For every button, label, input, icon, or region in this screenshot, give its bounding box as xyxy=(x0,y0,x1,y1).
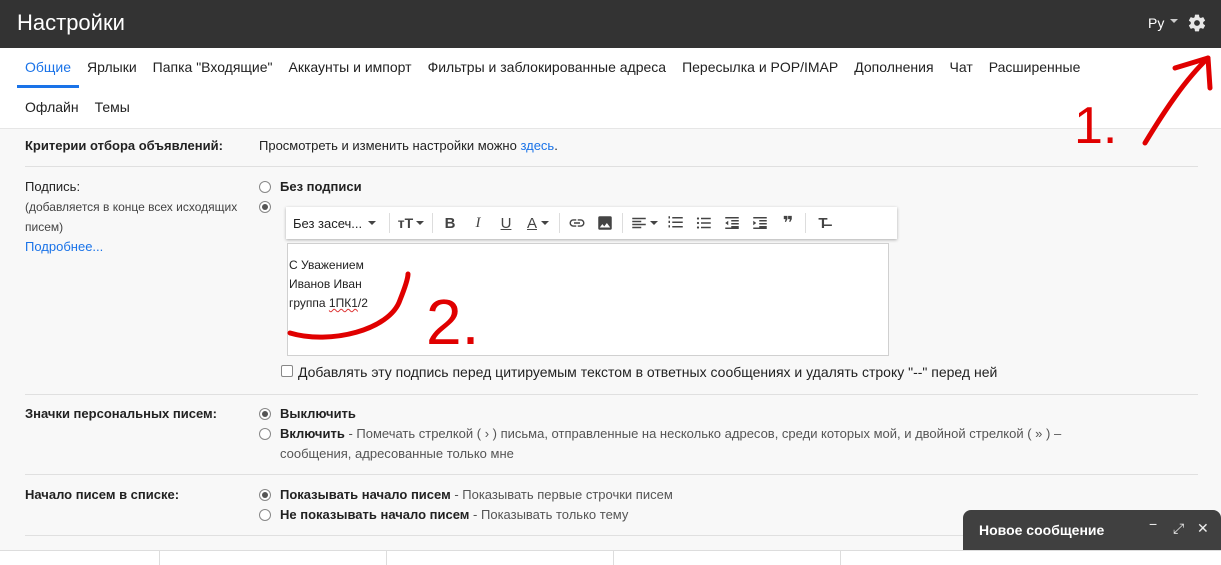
divider xyxy=(559,213,560,233)
close-icon[interactable]: ✕ xyxy=(1197,520,1209,537)
ads-suffix: . xyxy=(554,138,558,153)
tab-addons[interactable]: Дополнения xyxy=(846,48,941,88)
expand-icon[interactable]: ⤢ xyxy=(1173,520,1184,537)
tab-accounts[interactable]: Аккаунты и импорт xyxy=(281,48,420,88)
divider xyxy=(25,166,1198,167)
indicators-on-title: Включить xyxy=(280,426,345,441)
no-signature-radio[interactable] xyxy=(259,181,271,193)
image-icon[interactable] xyxy=(591,211,619,235)
top-bar: Настройки Ру xyxy=(0,0,1221,48)
indent-less-icon[interactable] xyxy=(718,211,746,235)
tab-forwarding[interactable]: Пересылка и POP/IMAP xyxy=(674,48,846,88)
bulleted-list-icon[interactable] xyxy=(690,211,718,235)
link-icon[interactable] xyxy=(563,211,591,235)
signature-line: С Уважением xyxy=(289,258,364,272)
tab-chat[interactable]: Чат xyxy=(942,48,981,88)
minimize-icon[interactable]: − xyxy=(1149,516,1157,532)
font-family-select[interactable]: Без засеч... xyxy=(293,216,386,231)
settings-tabs: Общие Ярлыки Папка "Входящие" Аккаунты и… xyxy=(17,48,1088,88)
snippets-hide-desc: - Показывать только тему xyxy=(469,507,629,522)
compose-title: Новое сообщение xyxy=(979,522,1105,538)
signature-before-quote-label: Добавлять эту подпись перед цитируемым т… xyxy=(298,364,998,380)
divider xyxy=(432,213,433,233)
indicators-on-desc-2: сообщения, адресованные только мне xyxy=(280,446,514,461)
misspelled-word: 1ПК1 xyxy=(328,296,358,310)
signature-line-text: группа xyxy=(289,296,329,310)
language-label: Ру xyxy=(1148,15,1165,31)
tab-filters[interactable]: Фильтры и заблокированные адреса xyxy=(420,48,675,88)
ads-criteria-text: Просмотреть и изменить настройки можно з… xyxy=(259,138,558,153)
signature-radio[interactable] xyxy=(259,201,271,213)
clear-format-icon[interactable]: T̶ xyxy=(809,211,837,235)
signature-editor[interactable]: С Уважением Иванов Иван группа 1ПК1/2 xyxy=(287,243,889,356)
bold-icon[interactable]: B xyxy=(436,211,464,235)
snippets-show-label: Показывать начало писем - Показывать пер… xyxy=(280,487,673,502)
settings-tabs-row2: Офлайн Темы xyxy=(17,88,138,126)
signature-line-tail: /2 xyxy=(357,296,368,310)
align-icon[interactable] xyxy=(626,211,662,235)
text-color-icon[interactable]: A xyxy=(520,211,556,235)
snippets-hide-radio[interactable] xyxy=(259,509,271,521)
chevron-down-icon xyxy=(368,221,377,225)
tab-advanced[interactable]: Расширенные xyxy=(981,48,1089,88)
indicators-on-label: Включить - Помечать стрелкой ( › ) письм… xyxy=(280,426,1061,441)
underline-icon[interactable]: U xyxy=(492,211,520,235)
signature-hint-2: писем) xyxy=(25,220,64,234)
divider xyxy=(805,213,806,233)
snippets-show-title: Показывать начало писем xyxy=(280,487,451,502)
indent-more-icon[interactable] xyxy=(746,211,774,235)
signature-before-quote-checkbox[interactable] xyxy=(281,365,293,377)
bottom-bar xyxy=(0,550,1221,565)
chevron-down-icon xyxy=(1170,19,1179,23)
tab-themes[interactable]: Темы xyxy=(87,88,138,128)
page-title: Настройки xyxy=(17,10,125,35)
indicators-off-radio[interactable] xyxy=(259,408,271,420)
gear-icon[interactable] xyxy=(1187,13,1207,33)
font-size-icon[interactable]: тТ xyxy=(393,211,429,235)
snippets-hide-title: Не показывать начало писем xyxy=(280,507,470,522)
arrow-head xyxy=(1172,55,1213,91)
numbered-list-icon[interactable] xyxy=(662,211,690,235)
snippets-show-desc: - Показывать первые строчки писем xyxy=(450,487,673,502)
signature-more-link[interactable]: Подробнее... xyxy=(25,239,103,254)
italic-icon[interactable]: I xyxy=(464,211,492,235)
signature-line: Иванов Иван xyxy=(289,277,362,291)
personal-indicators-label: Значки персональных писем: xyxy=(25,406,217,421)
ads-text: Просмотреть и изменить настройки можно xyxy=(259,138,521,153)
quote-icon[interactable]: ❞ xyxy=(774,211,802,235)
indicators-on-desc: - Помечать стрелкой ( › ) письма, отправ… xyxy=(344,426,1062,441)
no-signature-label: Без подписи xyxy=(280,179,362,194)
snippets-hide-label: Не показывать начало писем - Показывать … xyxy=(280,507,628,522)
tab-general[interactable]: Общие xyxy=(17,48,80,88)
ads-criteria-label: Критерии отбора объявлений: xyxy=(25,138,223,153)
tab-labels[interactable]: Ярлыки xyxy=(79,48,145,88)
divider xyxy=(25,394,1198,395)
snippets-label: Начало писем в списке: xyxy=(25,487,180,502)
compose-window[interactable]: Новое сообщение − ⤢ ✕ xyxy=(963,510,1221,550)
signature-hint-1: (добавляется в конце всех исходящих xyxy=(25,200,238,214)
divider xyxy=(622,213,623,233)
signature-toolbar: Без засеч... тТ B I U A ❞ T̶ xyxy=(286,207,897,239)
tab-offline[interactable]: Офлайн xyxy=(17,88,87,128)
font-family-label: Без засеч... xyxy=(293,215,363,231)
divider xyxy=(389,213,390,233)
tab-inbox[interactable]: Папка "Входящие" xyxy=(145,48,281,88)
signature-label: Подпись: xyxy=(25,179,81,194)
indicators-on-radio[interactable] xyxy=(259,428,271,440)
signature-line: группа 1ПК1/2 xyxy=(289,294,888,313)
ads-link[interactable]: здесь xyxy=(520,138,554,153)
language-selector[interactable]: Ру xyxy=(1148,15,1179,31)
divider xyxy=(25,474,1198,475)
indicators-off-label: Выключить xyxy=(280,406,356,421)
snippets-show-radio[interactable] xyxy=(259,489,271,501)
